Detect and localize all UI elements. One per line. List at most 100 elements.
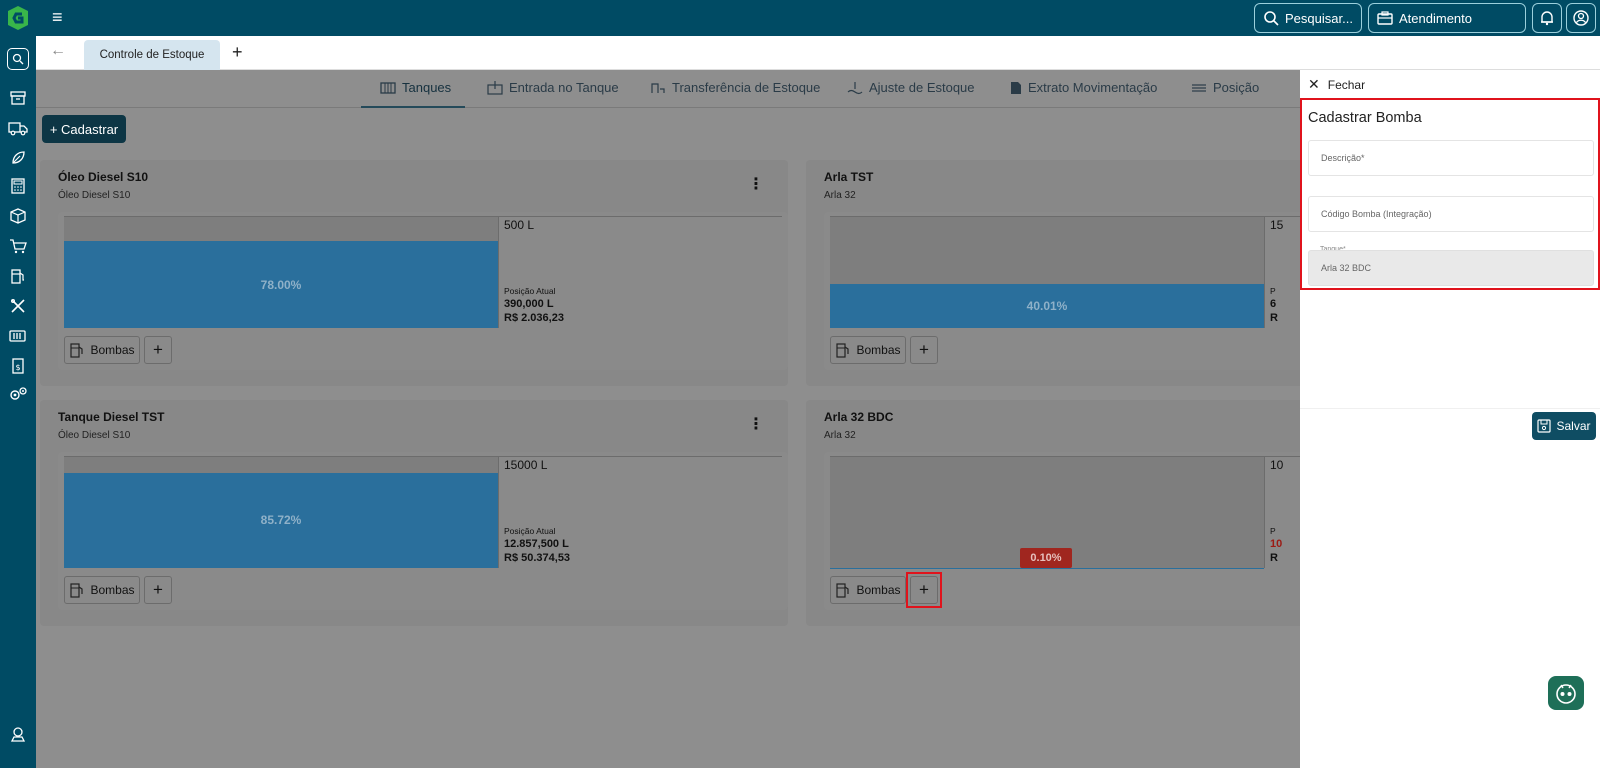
bombas-button[interactable]: Bombas: [64, 336, 140, 364]
fuel-pump-icon: [70, 343, 84, 358]
entry-icon: [487, 80, 503, 95]
tab-extrato[interactable]: Extrato Movimentação: [1010, 80, 1157, 95]
capacity-line: [498, 456, 782, 457]
tank-capacity: 500 L: [504, 218, 535, 232]
app-logo[interactable]: [4, 4, 32, 32]
tanque-value: Arla 32 BDC: [1321, 263, 1372, 273]
tools-icon[interactable]: [8, 296, 28, 316]
chatbot-icon[interactable]: [1548, 676, 1584, 710]
fuel-pump-icon: [836, 583, 850, 598]
fuel-pump-icon: [836, 343, 850, 358]
position-label: P: [1270, 526, 1276, 536]
position-value: R: [1270, 552, 1278, 564]
kebab-menu-icon[interactable]: ⋮: [748, 174, 764, 194]
highlight-box: [906, 572, 942, 608]
tab-bar: ← Controle de Estoque +: [36, 36, 1600, 70]
support-icon[interactable]: [8, 724, 28, 744]
fuel-pump-icon: [70, 583, 84, 598]
tank-title: Óleo Diesel S10: [58, 170, 149, 184]
sidebar: $: [0, 36, 36, 768]
tank-divider: [498, 456, 499, 568]
search-icon: [1264, 11, 1279, 26]
bombas-label: Bombas: [856, 343, 901, 357]
tab-controle-estoque[interactable]: Controle de Estoque: [84, 40, 220, 70]
atendimento-button[interactable]: Atendimento: [1368, 3, 1526, 33]
position-label: Posição Atual: [504, 286, 556, 296]
tank-percent: 40.01%: [1026, 298, 1068, 313]
close-icon: ✕: [1308, 76, 1320, 92]
bombas-label: Bombas: [90, 583, 135, 597]
tab-entrada-tanque[interactable]: Entrada no Tanque: [487, 80, 619, 95]
kebab-menu-icon[interactable]: ⋮: [748, 414, 764, 434]
side-panel: ✕ Fechar Cadastrar Bomba Descrição* Códi…: [1300, 70, 1600, 768]
leaf-icon[interactable]: [8, 148, 28, 168]
descricao-placeholder: Descrição*: [1321, 153, 1365, 163]
bell-icon: [1541, 11, 1553, 26]
active-tab-indicator: [361, 106, 465, 108]
close-panel-button[interactable]: ✕ Fechar: [1308, 76, 1365, 93]
tank-percent: 78.00%: [260, 277, 302, 292]
box-icon[interactable]: [8, 206, 28, 226]
cadastrar-button[interactable]: + Cadastrar: [42, 115, 126, 143]
add-bomba-button[interactable]: +: [144, 336, 172, 364]
battery-icon[interactable]: [8, 326, 28, 346]
position-quantity: 10: [1270, 538, 1283, 550]
tab-tanques[interactable]: Tanques: [380, 80, 451, 95]
tank-gauge: 85.72%: [64, 456, 498, 568]
bombas-button[interactable]: Bombas: [64, 576, 140, 604]
tab-posicao[interactable]: Posição: [1191, 80, 1259, 95]
tab-ajuste-label: Ajuste de Estoque: [869, 80, 975, 95]
cart-icon[interactable]: [8, 236, 28, 256]
search-button[interactable]: Pesquisar...: [1254, 3, 1362, 33]
cadastrar-bomba-form: Cadastrar Bomba Descrição* Código Bomba …: [1300, 98, 1600, 290]
adjust-icon: [847, 81, 863, 94]
add-tab-button[interactable]: +: [232, 42, 243, 63]
codigo-bomba-field[interactable]: Código Bomba (Integração): [1308, 196, 1594, 232]
notifications-button[interactable]: [1532, 3, 1562, 33]
form-title: Cadastrar Bomba: [1308, 110, 1422, 126]
tank-card: Óleo Diesel S10 Óleo Diesel S10 ⋮ 78.00%…: [40, 160, 788, 386]
position-quantity: 6: [1270, 298, 1277, 310]
calculator-icon[interactable]: [8, 176, 28, 196]
user-button[interactable]: [1566, 3, 1596, 33]
position-value: R$ 50.374,53: [504, 552, 571, 564]
tab-label: Controle de Estoque: [99, 49, 205, 61]
search-button-label: Pesquisar...: [1285, 10, 1353, 26]
invoice-icon[interactable]: $: [8, 356, 28, 376]
tank-subtitle: Óleo Diesel S10: [58, 190, 131, 201]
search-icon[interactable]: [7, 48, 29, 70]
menu-icon[interactable]: ≡: [52, 8, 70, 26]
tab-ajuste[interactable]: Ajuste de Estoque: [847, 80, 975, 95]
tank-fill: 85.72%: [64, 472, 498, 568]
transfer-icon: [651, 82, 665, 93]
tank-icon: [380, 81, 396, 94]
bombas-button[interactable]: Bombas: [830, 336, 906, 364]
settings-icon[interactable]: [8, 384, 28, 404]
position-value: R: [1270, 312, 1278, 324]
tank-divider: [1264, 216, 1265, 328]
descricao-field[interactable]: Descrição*: [1308, 140, 1594, 176]
fuel-pump-icon[interactable]: [8, 266, 28, 286]
position-icon: [1192, 83, 1206, 92]
tank-card: Tanque Diesel TST Óleo Diesel S10 ⋮ 85.7…: [40, 400, 788, 626]
truck-icon[interactable]: [8, 118, 28, 138]
save-button[interactable]: Salvar: [1532, 412, 1596, 440]
bombas-label: Bombas: [90, 343, 135, 357]
position-quantity: 390,000 L: [504, 298, 554, 310]
archive-icon[interactable]: [8, 88, 28, 108]
svg-text:$: $: [15, 363, 20, 372]
tank-gauge: 78.00%: [64, 216, 498, 328]
tank-fill: 40.01%: [830, 283, 1264, 328]
tank-divider: [498, 216, 499, 328]
bombas-button[interactable]: Bombas: [830, 576, 906, 604]
tank-capacity: 15: [1270, 218, 1284, 232]
tank-subtitle: Arla 32: [824, 430, 856, 441]
tank-capacity: 15000 L: [504, 458, 548, 472]
tab-tanques-label: Tanques: [402, 80, 452, 95]
tank-gauge: 40.01%: [830, 216, 1264, 328]
tab-transferencia[interactable]: Transferência de Estoque: [650, 80, 820, 95]
add-bomba-button[interactable]: +: [910, 336, 938, 364]
back-arrow-icon[interactable]: ←: [50, 42, 66, 60]
add-bomba-button[interactable]: +: [144, 576, 172, 604]
tank-capacity: 10: [1270, 458, 1284, 472]
